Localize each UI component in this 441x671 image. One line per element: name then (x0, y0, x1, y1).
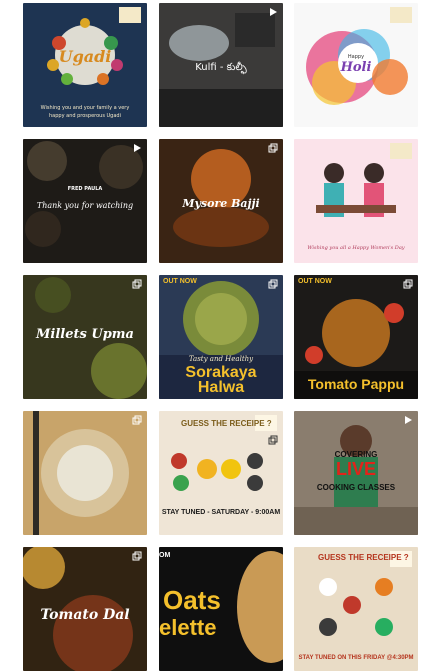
tasty-healthy-text: Tasty and Healthy (188, 355, 254, 363)
out-now-label: OUT NOW (298, 278, 332, 285)
thank-you-text: Thank you for watching (36, 201, 134, 210)
holi-title: Holi (340, 60, 372, 75)
carousel-icon (268, 279, 278, 289)
post-oats-omelette[interactable]: OM Oats elette (159, 547, 283, 671)
carousel-icon (268, 143, 278, 153)
guess-recipe-2-photo (294, 547, 418, 671)
post-sorakaya-halwa[interactable]: OUT NOW Tasty and Healthy Sorakaya Halwa (159, 275, 283, 399)
tomato-pappu-title: Tomato Pappu (307, 376, 405, 392)
tomato-dal-title: Tomato Dal (40, 607, 130, 623)
womens-day-text: Wishing you all a Happy Women's Day (307, 245, 405, 251)
post-live-cooking[interactable]: COVERING LIVE COOKING CLASSES (294, 411, 418, 535)
carousel-icon (403, 279, 413, 289)
post-whisk[interactable] (23, 411, 147, 535)
oats-title: Oats (163, 585, 221, 615)
out-now-label: OUT NOW (163, 278, 197, 285)
carousel-icon (268, 435, 278, 445)
sorakaya-halwa-title: Sorakaya Halwa (185, 364, 257, 396)
guess-recipe-photo (159, 411, 283, 535)
whisk-photo (23, 411, 147, 535)
post-thank-you[interactable]: FRED PAULA Thank you for watching (23, 139, 147, 263)
carousel-icon (132, 279, 142, 289)
post-womens-day[interactable]: Wishing you all a Happy Women's Day (294, 139, 418, 263)
post-ugadi[interactable]: Ugadi Wishing you and your family a very… (23, 3, 147, 127)
guess-recipe-title: GUESS THE RECEIPE ? (181, 419, 272, 428)
omelette-top-label: OM (159, 552, 171, 559)
stay-tuned-text: STAY TUNED - SATURDAY - 9:00AM (161, 509, 281, 516)
ugadi-wish-text: Wishing you and your family a very happy… (40, 105, 130, 119)
video-icon (132, 143, 142, 153)
live-text: LIVE (335, 459, 376, 479)
post-guess-recipe-2[interactable]: GUESS THE RECEIPE ? STAY TUNED ON THIS F… (294, 547, 418, 671)
post-tomato-dal[interactable]: Tomato Dal (23, 547, 147, 671)
guess-recipe-2-title: GUESS THE RECEIPE ? (318, 553, 409, 562)
video-icon (403, 415, 413, 425)
post-holi[interactable]: Happy Holi (294, 3, 418, 127)
carousel-icon (132, 415, 142, 425)
ugadi-title: Ugadi (58, 47, 112, 66)
post-millets-upma[interactable]: Millets Upma (23, 275, 147, 399)
post-guess-recipe-1[interactable]: GUESS THE RECEIPE ? STAY TUNED - SATURDA… (159, 411, 283, 535)
omelette-title: elette (159, 615, 217, 640)
brand-name: FRED PAULA (67, 186, 103, 192)
video-icon (268, 7, 278, 17)
carousel-icon (132, 551, 142, 561)
post-mysore-bajji[interactable]: Mysore Bajji (159, 139, 283, 263)
stay-tuned-friday-text: STAY TUNED ON THIS FRIDAY @4:30PM (298, 655, 414, 661)
covering-text: COVERING (334, 450, 378, 459)
cooking-classes-text: COOKING CLASSES (316, 483, 396, 492)
post-tomato-pappu[interactable]: OUT NOW Tomato Pappu (294, 275, 418, 399)
post-kulfi[interactable]: Kulfi - కుల్ఫీ (159, 3, 283, 127)
mysore-bajji-title: Mysore Bajji (182, 197, 260, 210)
millets-upma-title: Millets Upma (36, 327, 134, 342)
kulfi-title: Kulfi - కుల్ఫీ (195, 62, 247, 73)
